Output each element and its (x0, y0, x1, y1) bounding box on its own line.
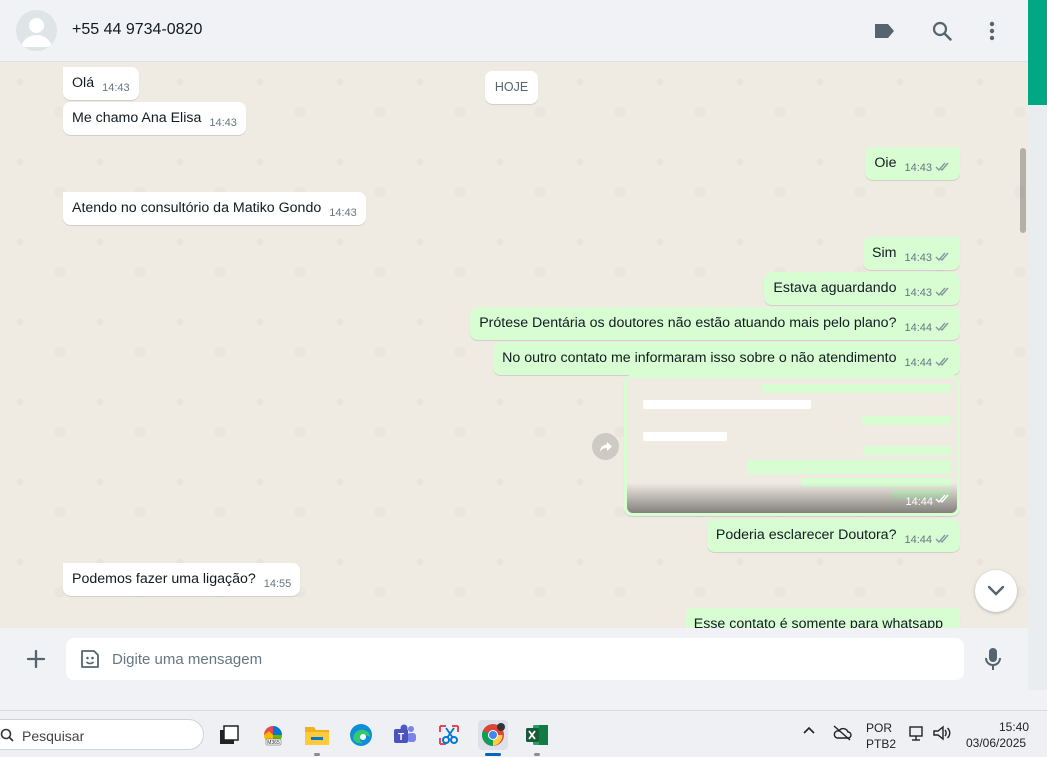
whatsapp-window: +55 44 9734-0820 HOJE Olá 14:43 Me chamo … (0, 0, 1028, 690)
message-text: Me chamo Ana Elisa (72, 110, 202, 126)
composer-bar (0, 628, 1028, 690)
teams-icon[interactable]: T (390, 720, 420, 750)
window-edge (1028, 105, 1047, 690)
scroll-to-bottom-button[interactable] (975, 570, 1017, 612)
message-outgoing[interactable]: Esse contato é somente para whatsapp (684, 608, 960, 628)
message-time: 14:55 (263, 578, 292, 590)
image-message[interactable]: 14:44 (624, 375, 960, 516)
onedrive-off-icon[interactable] (832, 724, 852, 742)
message-outgoing[interactable]: No outro contato me informaram isso sobr… (493, 342, 960, 375)
message-outgoing[interactable]: Prótese Dentária os doutores não estão a… (470, 307, 960, 340)
compose-box[interactable] (66, 638, 964, 680)
message-time: 14:43 (904, 252, 932, 264)
message-list[interactable]: HOJE Olá 14:43 Me chamo Ana Elisa 14:43 Oi… (0, 62, 1028, 628)
chrome-icon[interactable] (478, 720, 508, 756)
message-time: 14:43 (102, 82, 130, 94)
excel-icon[interactable] (522, 720, 552, 756)
message-text: Poderia esclarecer Doutora? (715, 527, 897, 543)
edge-icon[interactable] (346, 720, 376, 750)
message-text: Podemos fazer uma ligação? (72, 571, 256, 587)
message-time: 14:43 (329, 207, 357, 219)
svg-text:T: T (398, 732, 404, 743)
message-text: Sim (872, 245, 897, 261)
chevron-down-icon (987, 585, 1005, 596)
message-outgoing[interactable]: Poderia esclarecer Doutora? 14:44 (706, 519, 960, 552)
message-input[interactable] (112, 638, 952, 680)
contact-name[interactable]: +55 44 9734-0820 (72, 21, 202, 39)
message-incoming[interactable]: Olá 14:43 (63, 67, 139, 100)
menu-dots-icon[interactable] (978, 17, 1006, 45)
file-explorer-icon[interactable] (302, 720, 332, 756)
message-text: Oie (874, 155, 897, 171)
forward-icon[interactable] (592, 433, 619, 460)
chevron-up-icon[interactable] (802, 725, 816, 735)
message-text: Esse contato é somente para whatsapp (693, 616, 943, 628)
message-time: 14:44 (904, 357, 932, 369)
clock-date[interactable]: 03/06/2025 (966, 736, 1026, 750)
chat-header[interactable]: +55 44 9734-0820 (0, 0, 1028, 62)
message-text: Estava aguardando (773, 280, 897, 296)
message-text: Prótese Dentária os doutores não estão a… (479, 315, 897, 331)
message-incoming[interactable]: Me chamo Ana Elisa 14:43 (63, 102, 246, 135)
search-icon[interactable] (928, 17, 956, 45)
message-text: Atendo no consultório da Matiko Gondo (72, 200, 322, 216)
svg-text:M365: M365 (267, 740, 280, 746)
snipping-tool-icon[interactable] (434, 720, 464, 750)
read-ticks-icon (935, 491, 951, 509)
message-outgoing[interactable]: Oie 14:43 (865, 147, 960, 180)
attach-plus-icon[interactable] (22, 645, 50, 673)
task-view-icon[interactable] (214, 720, 244, 750)
message-text: No outro contato me informaram isso sobr… (502, 350, 897, 366)
message-incoming[interactable]: Podemos fazer uma ligação? 14:55 (63, 563, 301, 596)
screenshot-thumbnail[interactable]: 14:44 (627, 378, 957, 513)
message-time: 14:44 (904, 322, 932, 334)
message-outgoing[interactable]: Sim 14:43 (863, 237, 960, 270)
read-ticks-icon (935, 277, 951, 310)
clock-time[interactable]: 15:40 (999, 720, 1029, 734)
m365-icon[interactable]: M365 (258, 720, 288, 750)
message-time: 14:43 (904, 287, 932, 299)
search-label: Pesquisar (22, 728, 85, 744)
windows-taskbar: Pesquisar M365 T POR PTB2 15:40 03/06/20… (0, 710, 1047, 757)
message-time: 14:43 (209, 117, 237, 129)
scrollbar-thumb[interactable] (1020, 148, 1026, 233)
message-time: 14:44 (905, 496, 933, 508)
sticker-icon[interactable] (78, 647, 102, 671)
read-ticks-icon (935, 312, 951, 345)
chat-scrollbar[interactable] (1017, 62, 1028, 628)
taskbar-search[interactable]: Pesquisar (0, 719, 204, 750)
message-time: 14:44 (904, 534, 932, 546)
network-icon[interactable] (908, 724, 926, 742)
message-time: 14:43 (904, 162, 932, 174)
microphone-icon[interactable] (979, 645, 1007, 673)
message-text: Olá (72, 75, 95, 91)
window-accent-bar (1028, 0, 1047, 105)
message-outgoing[interactable]: Estava aguardando 14:43 (764, 272, 960, 305)
read-ticks-icon (935, 152, 951, 185)
label-icon[interactable] (870, 17, 898, 45)
message-incoming[interactable]: Atendo no consultório da Matiko Gondo 14:… (63, 192, 366, 225)
avatar[interactable] (16, 10, 57, 51)
input-language[interactable]: POR (866, 721, 892, 735)
keyboard-layout[interactable]: PTB2 (866, 737, 896, 751)
date-badge: HOJE (485, 71, 538, 104)
read-ticks-icon (935, 524, 951, 557)
read-ticks-icon (935, 242, 951, 275)
search-icon (0, 728, 14, 742)
volume-icon[interactable] (932, 724, 952, 742)
default-avatar-icon (16, 10, 57, 51)
